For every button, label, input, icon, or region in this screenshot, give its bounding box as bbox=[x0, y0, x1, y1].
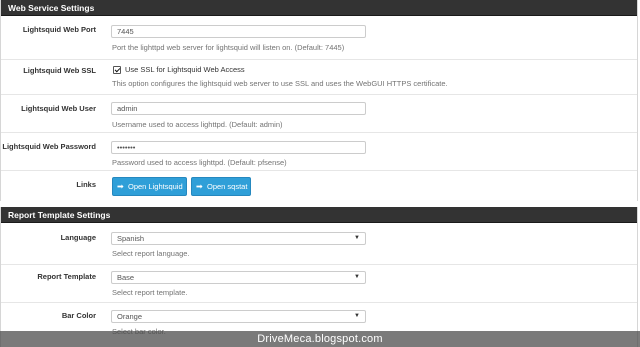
web-port-help: Port the lighttpd web server for lightsq… bbox=[112, 43, 345, 52]
open-lightsquid-label: Open Lightsquid bbox=[128, 182, 183, 191]
web-ssl-help: This option configures the lightsquid we… bbox=[112, 79, 448, 88]
web-port-input[interactable]: 7445 bbox=[111, 25, 366, 38]
web-password-help: Password used to access lighttpd. (Defau… bbox=[112, 158, 287, 167]
web-port-row: Lightsquid Web Port 7445 Port the lightt… bbox=[1, 17, 637, 59]
web-password-row: Lightsquid Web Password ••••••• Password… bbox=[1, 132, 637, 170]
language-select-value: Spanish bbox=[117, 234, 145, 243]
open-sqstat-label: Open sqstat bbox=[207, 182, 248, 191]
language-label: Language bbox=[60, 233, 96, 242]
web-port-label: Lightsquid Web Port bbox=[22, 25, 96, 34]
open-lightsquid-button[interactable]: ➡ Open Lightsquid bbox=[112, 177, 187, 196]
web-user-help: Username used to access lighttpd. (Defau… bbox=[112, 120, 283, 129]
web-user-label: Lightsquid Web User bbox=[21, 104, 96, 113]
language-row: Language Spanish ▼ Select report languag… bbox=[1, 224, 637, 264]
web-ssl-label: Lightsquid Web SSL bbox=[23, 66, 96, 75]
report-template-help: Select report template. bbox=[112, 288, 188, 297]
sign-in-icon: ➡ bbox=[117, 182, 124, 191]
web-ssl-row: Lightsquid Web SSL Use SSL for Lightsqui… bbox=[1, 59, 637, 94]
links-label: Links bbox=[76, 180, 96, 189]
web-user-row: Lightsquid Web User admin Username used … bbox=[1, 94, 637, 132]
watermark-banner: DriveMeca.blogspot.com bbox=[0, 331, 640, 347]
web-ssl-checkbox-label[interactable]: Use SSL for Lightsquid Web Access bbox=[125, 65, 245, 74]
report-template-row: Report Template Base ▼ Select report tem… bbox=[1, 264, 637, 302]
report-template-select[interactable]: Base ▼ bbox=[111, 271, 366, 284]
web-user-input[interactable]: admin bbox=[111, 102, 366, 115]
web-password-input[interactable]: ••••••• bbox=[111, 141, 366, 154]
caret-down-icon: ▼ bbox=[354, 235, 360, 241]
sign-in-icon: ➡ bbox=[196, 182, 203, 191]
web-ssl-checkbox[interactable] bbox=[113, 66, 121, 74]
caret-down-icon: ▼ bbox=[354, 313, 360, 319]
web-service-settings-panel: Web Service Settings Lightsquid Web Port… bbox=[0, 0, 638, 201]
language-help: Select report language. bbox=[112, 249, 190, 258]
report-template-settings-heading: Report Template Settings bbox=[1, 207, 637, 223]
bar-color-select[interactable]: Orange ▼ bbox=[111, 310, 366, 323]
report-template-settings-panel: Report Template Settings Language Spanis… bbox=[0, 207, 638, 347]
links-row: Links ➡ Open Lightsquid ➡ Open sqstat bbox=[1, 170, 637, 201]
report-template-select-value: Base bbox=[117, 273, 135, 282]
report-template-label: Report Template bbox=[37, 272, 96, 281]
bar-color-select-value: Orange bbox=[117, 312, 143, 321]
open-sqstat-button[interactable]: ➡ Open sqstat bbox=[191, 177, 251, 196]
caret-down-icon: ▼ bbox=[354, 274, 360, 280]
web-password-label: Lightsquid Web Password bbox=[2, 142, 96, 151]
web-service-settings-heading: Web Service Settings bbox=[1, 0, 637, 16]
bar-color-label: Bar Color bbox=[61, 311, 96, 320]
language-select[interactable]: Spanish ▼ bbox=[111, 232, 366, 245]
